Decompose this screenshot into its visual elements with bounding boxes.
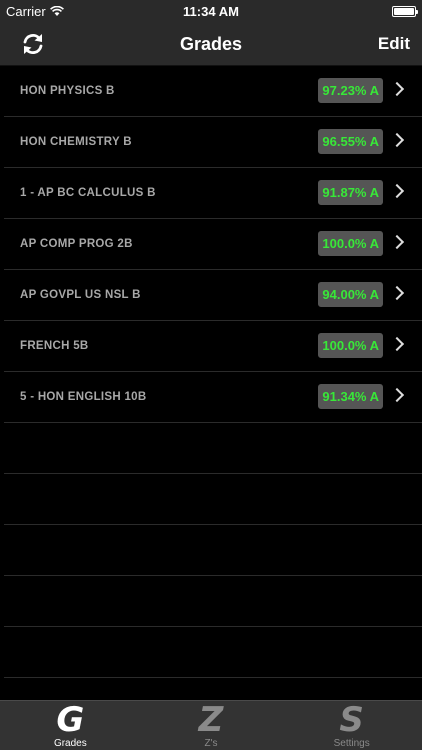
empty-row — [4, 423, 422, 474]
zs-letter-icon: Z — [198, 700, 224, 740]
course-name: 1 - AP BC CALCULUS B — [20, 187, 156, 199]
navigation-bar: Grades Edit — [0, 22, 422, 66]
course-name: HON CHEMISTRY B — [20, 136, 132, 148]
empty-row — [4, 525, 422, 576]
edit-button[interactable]: Edit — [378, 34, 410, 54]
battery-fill — [394, 8, 414, 15]
empty-row — [4, 474, 422, 525]
grade-badge: 91.87% A — [318, 180, 383, 205]
grade-badge: 91.34% A — [318, 384, 383, 409]
chevron-right-icon — [389, 387, 405, 403]
status-bar: Carrier 11:34 AM — [0, 0, 422, 22]
tab-label: Grades — [53, 738, 87, 749]
chevron-right-icon — [389, 234, 405, 250]
grades-letter-icon: G — [56, 700, 85, 740]
course-name: AP COMP PROG 2B — [20, 238, 133, 250]
tab-zs[interactable]: Z Z's — [141, 701, 282, 750]
course-name: AP GOVPL US NSL B — [20, 289, 141, 301]
battery-icon — [392, 6, 418, 17]
empty-row — [4, 627, 422, 678]
status-time: 11:34 AM — [183, 4, 239, 19]
chevron-right-icon — [389, 285, 405, 301]
settings-letter-icon: S — [339, 700, 364, 740]
page-title: Grades — [179, 34, 243, 54]
course-row[interactable]: 5 - HON ENGLISH 10B 91.34% A — [4, 372, 422, 423]
course-row[interactable]: HON CHEMISTRY B 96.55% A — [4, 117, 422, 168]
course-row[interactable]: AP COMP PROG 2B 100.0% A — [4, 219, 422, 270]
course-name: FRENCH 5B — [20, 340, 89, 352]
grade-badge: 96.55% A — [318, 129, 383, 154]
tab-label: Z's — [204, 738, 218, 749]
chevron-right-icon — [389, 183, 405, 199]
tab-grades[interactable]: G Grades — [0, 701, 141, 750]
grade-badge: 97.23% A — [318, 78, 383, 103]
tab-settings[interactable]: S Settings — [281, 701, 422, 750]
course-row[interactable]: FRENCH 5B 100.0% A — [4, 321, 422, 372]
grade-badge: 100.0% A — [318, 231, 383, 256]
course-list: HON PHYSICS B 97.23% A HON CHEMISTRY B 96.5… — [0, 66, 422, 678]
course-name: HON PHYSICS B — [20, 85, 115, 97]
grades-screen: Carrier 11:34 AM Grades Edit HON PHYSICS… — [0, 0, 422, 750]
grade-badge: 100.0% A — [318, 333, 383, 358]
chevron-right-icon — [389, 81, 405, 97]
course-row[interactable]: AP GOVPL US NSL B 94.00% A — [4, 270, 422, 321]
empty-row — [4, 576, 422, 627]
chevron-right-icon — [389, 336, 405, 352]
course-name: 5 - HON ENGLISH 10B — [20, 391, 147, 403]
course-row[interactable]: 1 - AP BC CALCULUS B 91.87% A — [4, 168, 422, 219]
tab-label: Settings — [333, 738, 370, 749]
tab-bar: G Grades Z Z's S Settings — [0, 700, 422, 750]
course-row[interactable]: HON PHYSICS B 97.23% A — [4, 66, 422, 117]
chevron-right-icon — [389, 132, 405, 148]
grade-badge: 94.00% A — [318, 282, 383, 307]
